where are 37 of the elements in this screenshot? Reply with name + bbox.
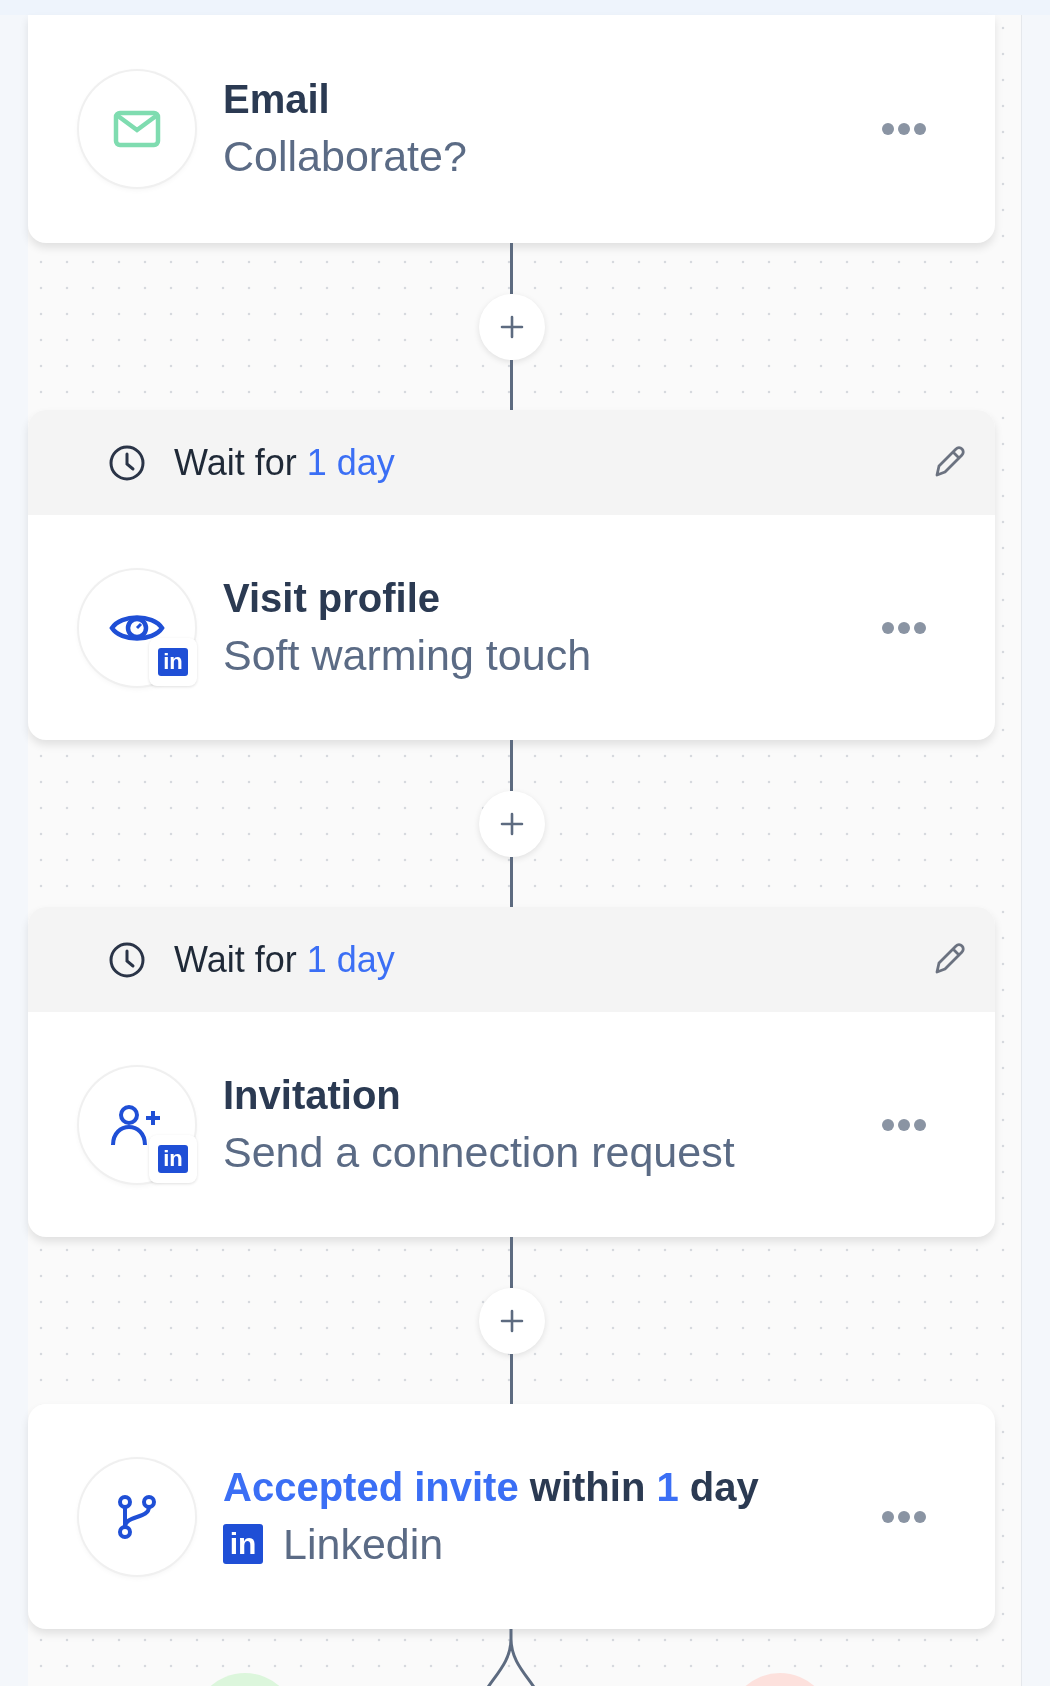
step-subtitle: Linkedin bbox=[283, 1519, 444, 1569]
more-icon bbox=[881, 1509, 927, 1524]
more-icon bbox=[881, 1117, 927, 1132]
branch-icon bbox=[115, 1492, 159, 1541]
connector-line bbox=[510, 243, 513, 294]
plus-icon bbox=[498, 313, 525, 340]
linkedin-badge: in bbox=[158, 1144, 188, 1173]
clock-icon bbox=[108, 443, 146, 482]
more-button[interactable] bbox=[881, 122, 927, 136]
linkedin-logo: in bbox=[223, 1524, 263, 1564]
connector-line bbox=[510, 740, 513, 791]
step-subtitle: Soft warming touch bbox=[223, 630, 593, 680]
connector-line bbox=[510, 1353, 513, 1404]
connector-line bbox=[510, 359, 513, 410]
add-step-button[interactable] bbox=[478, 293, 545, 360]
step-subtitle: Send a connection request bbox=[223, 1127, 736, 1177]
linkedin-badge: in bbox=[158, 647, 188, 676]
connector-line bbox=[510, 1237, 513, 1288]
wait-label: Wait for 1 day bbox=[174, 441, 396, 484]
step-title: Visit profile bbox=[223, 575, 442, 621]
more-button[interactable] bbox=[881, 1117, 927, 1132]
clock-icon bbox=[108, 940, 146, 979]
more-icon bbox=[881, 620, 927, 635]
more-button[interactable] bbox=[881, 620, 927, 635]
more-button[interactable] bbox=[881, 1509, 927, 1524]
wait-label: Wait for 1 day bbox=[174, 938, 396, 981]
step-title: Email bbox=[223, 77, 331, 122]
step-subtitle: Collaborate? bbox=[223, 132, 468, 181]
plus-icon bbox=[498, 1307, 525, 1334]
step-title: Invitation bbox=[223, 1072, 402, 1118]
condition-title: Accepted invite within 1 day bbox=[223, 1464, 760, 1510]
more-icon bbox=[881, 122, 927, 136]
connector-line bbox=[510, 856, 513, 907]
envelope-icon bbox=[113, 110, 161, 148]
plus-icon bbox=[498, 810, 525, 837]
add-step-button[interactable] bbox=[478, 1287, 545, 1354]
add-step-button[interactable] bbox=[478, 790, 545, 857]
